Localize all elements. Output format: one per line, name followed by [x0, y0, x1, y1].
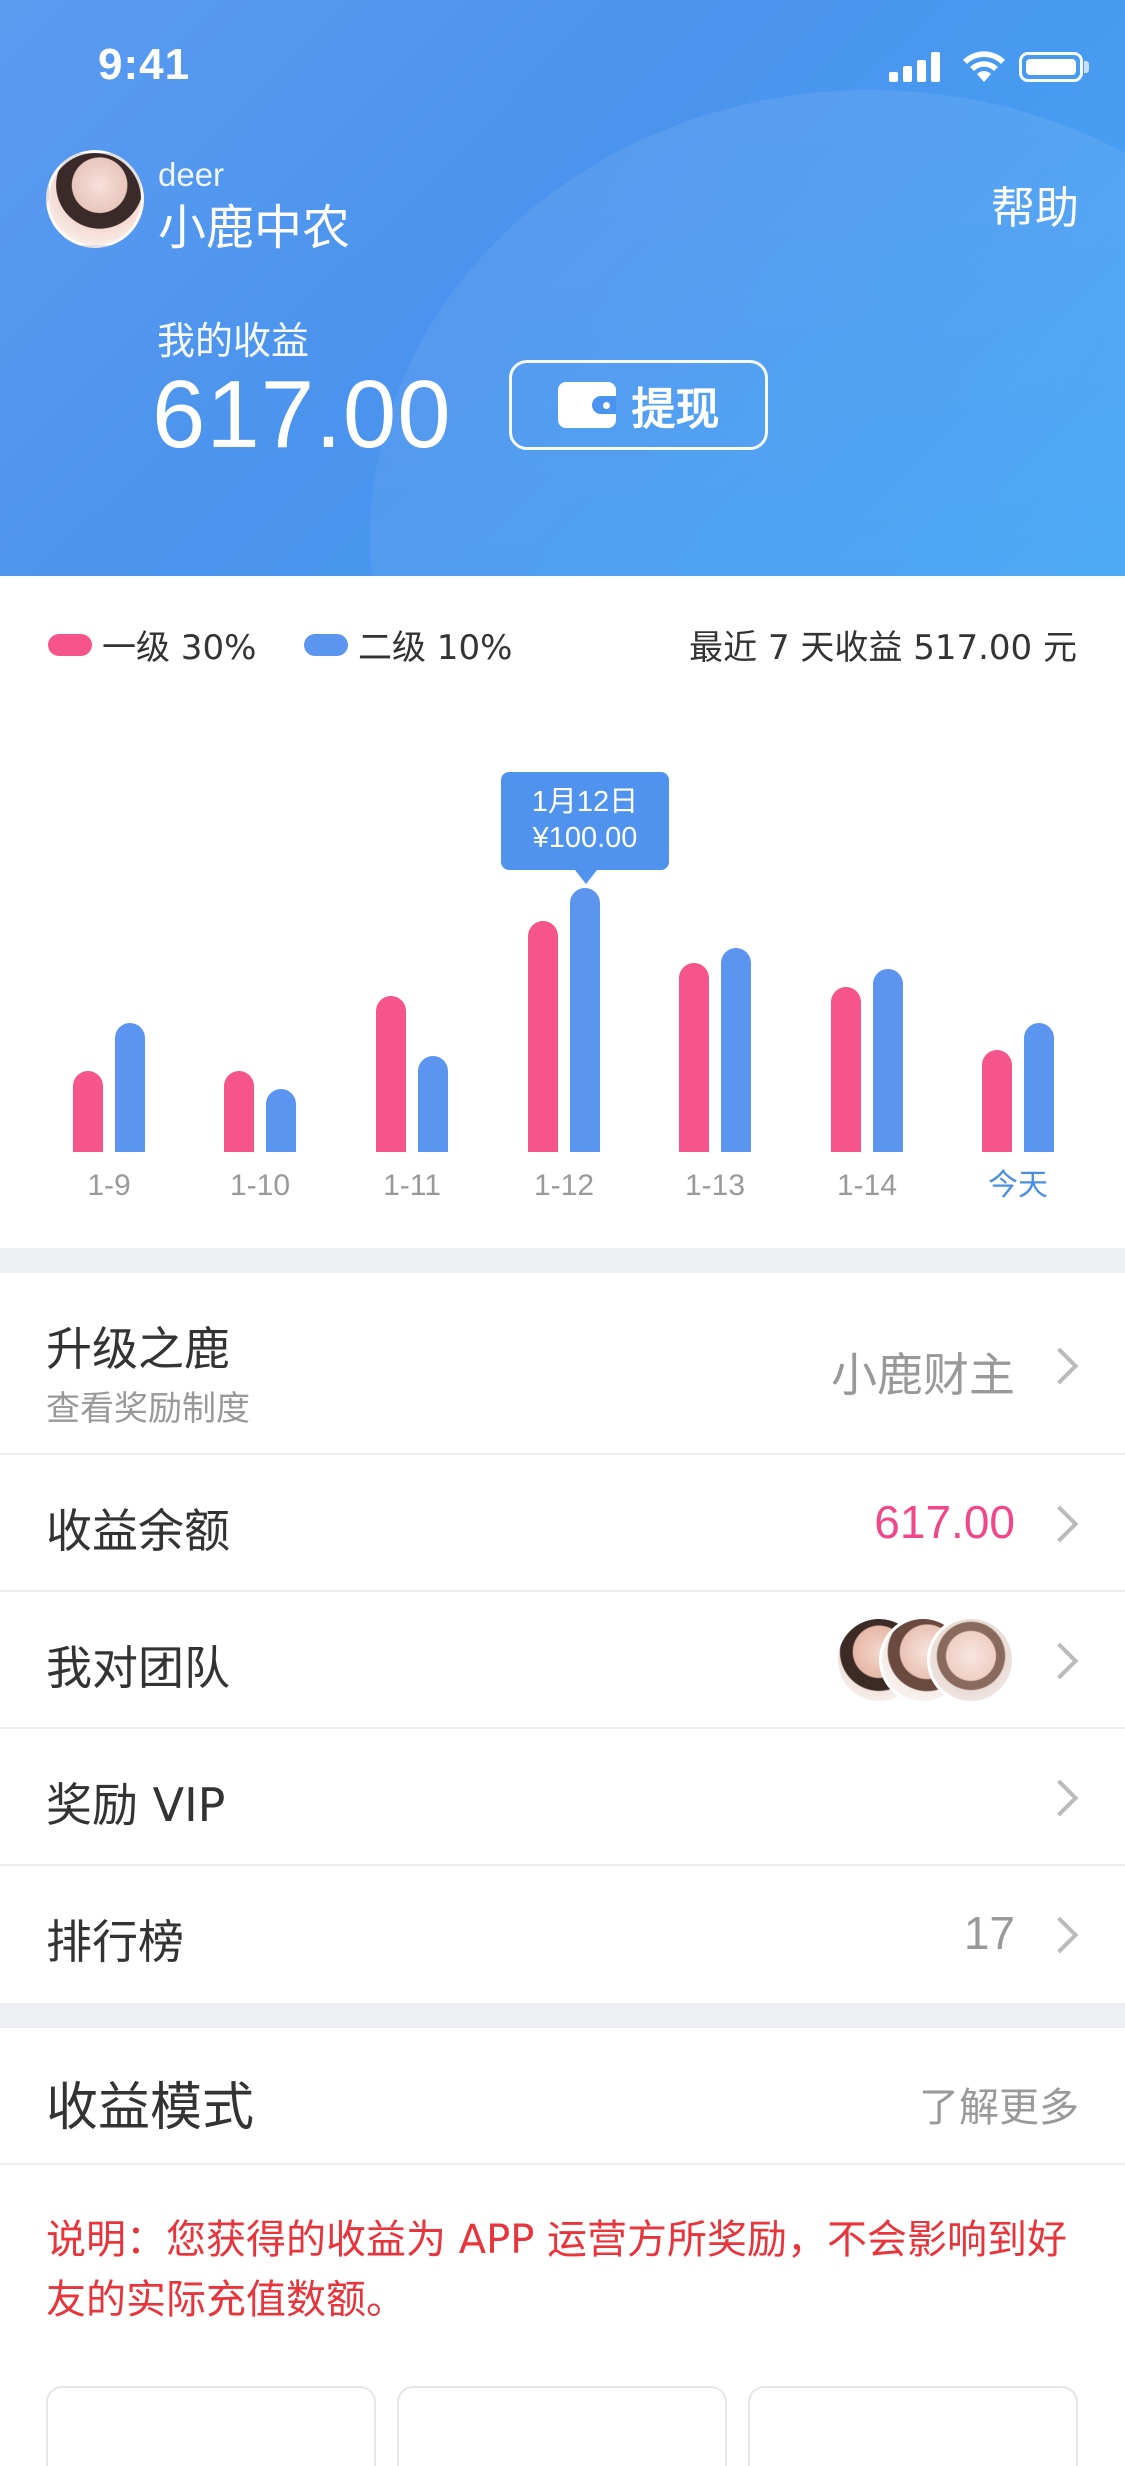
earning-mode-header: 收益模式 了解更多	[0, 2027, 1125, 2165]
mode-cards	[46, 2386, 1079, 2466]
bar-base-1-11	[376, 1137, 406, 1152]
withdraw-button[interactable]: 提现	[509, 360, 768, 450]
bar-base-1-9	[73, 1137, 103, 1152]
row-ranking-title: 排行榜	[46, 1915, 184, 1969]
earnings-value: 617.00	[152, 361, 452, 468]
bar-level1-1-13[interactable]	[679, 963, 709, 1152]
bar-base-1-12	[570, 1137, 600, 1152]
bar-base-1-13	[679, 1137, 709, 1152]
legend-level2-swatch	[304, 633, 348, 656]
row-upgrade-value: 小鹿财主	[831, 1348, 1015, 1402]
row-upgrade[interactable]: 升级之鹿 查看奖励制度 小鹿财主	[0, 1273, 1125, 1455]
legend-level2: 二级 10%	[304, 620, 512, 669]
legend-level1-label: 一级 30%	[102, 628, 257, 668]
x-tick-label: 1-10	[230, 1169, 290, 1202]
section-divider	[0, 1248, 1125, 1273]
battery-tip	[1084, 61, 1089, 73]
bar-level2-今天[interactable]	[1024, 1023, 1054, 1152]
bar-level1-1-11[interactable]	[376, 996, 406, 1152]
row-vip[interactable]: 奖励 VIP	[0, 1729, 1125, 1866]
battery-icon	[1019, 52, 1083, 82]
row-vip-title: 奖励 VIP	[46, 1778, 226, 1832]
x-tick-label: 1-13	[685, 1169, 745, 1202]
chart-legend: 一级 30% 二级 10% 最近 7 天收益 517.00 元	[0, 612, 1125, 672]
legend-level1-swatch	[48, 633, 92, 656]
row-team-title: 我对团队	[46, 1641, 230, 1695]
bar-level2-1-14[interactable]	[873, 969, 903, 1152]
earnings-label: 我的收益	[157, 319, 310, 363]
bar-level2-1-13[interactable]	[721, 948, 751, 1152]
row-ranking-value: 17	[963, 1907, 1015, 1959]
team-avatar	[927, 1616, 1015, 1704]
bar-base-1-9	[115, 1137, 145, 1152]
x-tick-label: 1-14	[837, 1169, 897, 1202]
tooltip-date: 1月12日	[531, 786, 639, 818]
help-link[interactable]: 帮助	[991, 172, 1079, 236]
row-ranking[interactable]: 排行榜 17	[0, 1866, 1125, 2003]
tooltip-amount: ¥100.00	[532, 822, 638, 854]
earning-note: 说明：您获得的收益为 APP 运营方所奖励，不会影响到好友的实际充值数额。	[46, 2217, 1068, 2323]
bar-level1-1-14[interactable]	[831, 987, 861, 1152]
mode-card[interactable]	[397, 2386, 727, 2466]
row-balance-title: 收益余额	[46, 1504, 230, 1558]
row-upgrade-title: 升级之鹿	[46, 1322, 230, 1376]
x-tick-label: 1-9	[87, 1169, 130, 1202]
mode-card[interactable]	[46, 2386, 376, 2466]
bar-base-1-11	[418, 1137, 448, 1152]
recent-total: 最近 7 天收益 517.00 元	[689, 628, 1077, 668]
wifi-icon	[963, 51, 1005, 82]
bar-base-今天	[982, 1137, 1012, 1152]
row-balance[interactable]: 收益余额 617.00	[0, 1455, 1125, 1592]
status-time: 9:41	[98, 40, 191, 89]
bar-base-今天	[1024, 1137, 1054, 1152]
chevron-right-icon	[1041, 1347, 1079, 1385]
earning-mode-title: 收益模式	[46, 2078, 255, 2138]
status-icons	[889, 51, 1089, 88]
legend-level1: 一级 30%	[48, 620, 256, 669]
x-tick-label: 1-12	[534, 1169, 594, 1202]
bar-level1-今天[interactable]	[982, 1050, 1012, 1152]
legend-level2-label: 二级 10%	[358, 628, 513, 668]
withdraw-label: 提现	[631, 384, 720, 435]
chevron-right-icon	[1041, 1505, 1079, 1543]
wallet-icon	[557, 382, 616, 428]
section-divider	[0, 2003, 1125, 2028]
mode-card[interactable]	[748, 2386, 1078, 2466]
x-tick-label: 今天	[988, 1169, 1048, 1202]
learn-more-link[interactable]: 了解更多	[919, 2075, 1079, 2133]
chart-tooltip: 1月12日 ¥100.00	[501, 772, 669, 884]
bar-base-1-14	[873, 1137, 903, 1152]
chevron-right-icon	[1041, 1779, 1079, 1817]
bar-level1-1-12[interactable]	[528, 921, 558, 1152]
user-name: 小鹿中农	[158, 200, 351, 256]
x-tick-label: 1-11	[383, 1169, 441, 1202]
row-team[interactable]: 我对团队	[0, 1592, 1125, 1729]
chevron-right-icon	[1041, 1916, 1079, 1954]
chevron-right-icon	[1041, 1642, 1079, 1680]
bar-level2-1-9[interactable]	[115, 1023, 145, 1152]
row-balance-value: 617.00	[874, 1496, 1015, 1548]
bar-level2-1-12[interactable]	[570, 888, 600, 1152]
row-upgrade-subtitle: 查看奖励制度	[46, 1389, 250, 1429]
header-decoration	[370, 90, 1125, 576]
signal-icon	[889, 52, 945, 82]
bar-base-1-10	[266, 1137, 296, 1152]
user-avatar[interactable]	[46, 150, 144, 248]
team-avatars	[835, 1616, 1015, 1706]
bar-base-1-10	[224, 1137, 254, 1152]
bar-base-1-14	[831, 1137, 861, 1152]
bar-base-1-12	[528, 1137, 558, 1152]
bar-base-1-13	[721, 1137, 751, 1152]
